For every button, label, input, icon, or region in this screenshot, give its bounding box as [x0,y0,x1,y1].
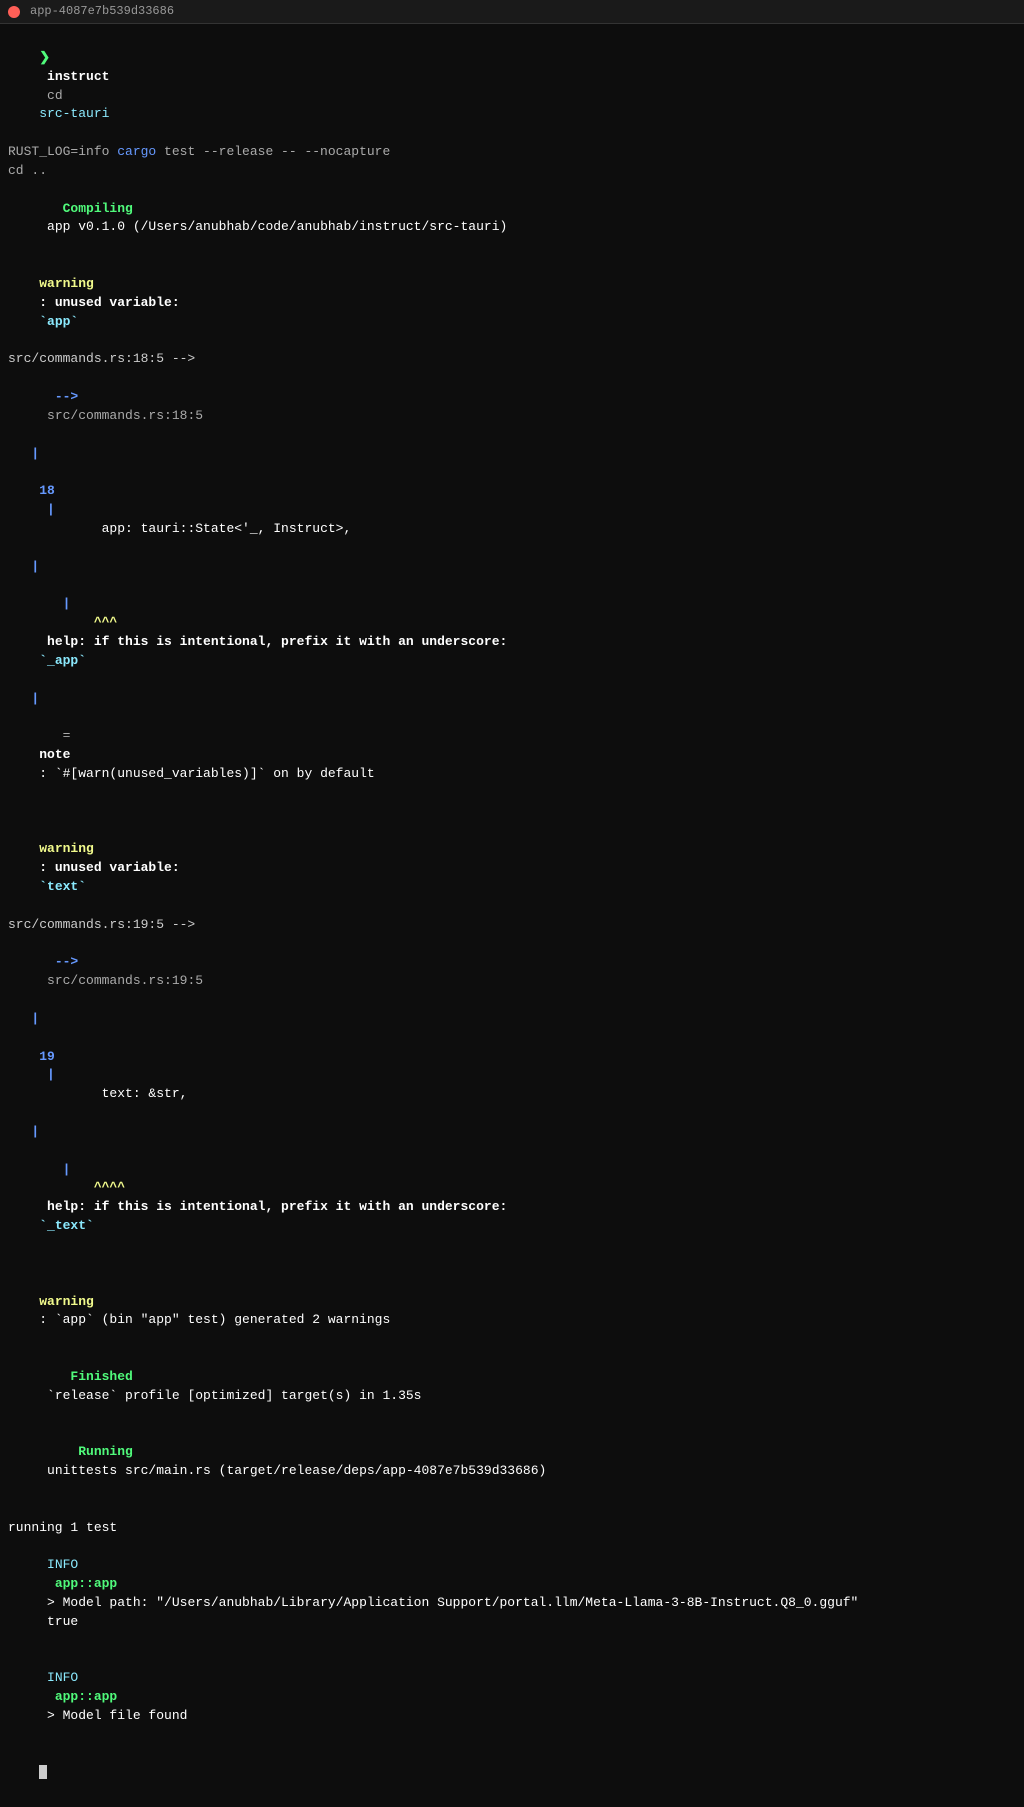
code-19: text: &str, [39,1086,187,1101]
pipe-2a: | [8,1010,1016,1029]
line-num-18: 18 [39,483,55,498]
warn1-arrow-line: --> src/commands.rs:18:5 [8,369,1016,444]
warn2-arrow-line: --> src/commands.rs:19:5 [8,935,1016,1010]
pipe-2b: | [8,1123,1016,1142]
running-text: unittests src/main.rs (target/release/de… [39,1463,546,1478]
note-text-1: : `#[warn(unused_variables)]` on by defa… [39,766,374,781]
info-label-2: INFO [39,1670,78,1685]
line-num-19: 19 [39,1049,55,1064]
warning-label-3: warning [39,1294,94,1309]
finished-label: Finished [39,1369,133,1384]
prompt-line: ❯ instruct cd src-tauri [8,30,1016,143]
compiling-label: Compiling [39,201,133,216]
info-arrow-1: > Model path: "/Users/anubhab/Library/Ap… [39,1595,858,1610]
info-module-2: app::app [39,1689,117,1704]
warn2-header-line: warning : unused variable: `text` [8,821,1016,915]
pipe-help-2: | [39,1162,70,1177]
help-text-1: help: if this is intentional, prefix it … [39,634,515,649]
compiling-line: Compiling app v0.1.0 (/Users/anubhab/cod… [8,181,1016,256]
warn1-header-line: warning : unused variable: `app` [8,256,1016,350]
running-label: Running [39,1444,133,1459]
info-true: true [39,1614,78,1629]
code-line-18: 18 | app: tauri::State<'_, Instruct>, [8,463,1016,557]
info-model-found-line: INFO app::app > Model file found [8,1651,1016,1745]
pipe-18: | [39,502,55,517]
pipe-1c: | [8,690,1016,709]
warning-text-2: : unused variable: [39,860,187,875]
prompt-dir: src-tauri [39,106,109,121]
warning-var-2: `text` [39,879,86,894]
compiling-detail: app v0.1.0 (/Users/anubhab/code/anubhab/… [39,219,507,234]
warning-label-1: warning [39,276,94,291]
info-module-1: app::app [39,1576,117,1591]
cursor-line [8,1745,1016,1802]
carets-1: ^^^ [39,615,117,630]
info-model-path-line: INFO app::app > Model path: "/Users/anub… [8,1538,1016,1651]
file-ref-1: src/commands.rs:18:5 [39,408,203,423]
warning-generated-text: : `app` (bin "app" test) generated 2 war… [39,1312,390,1327]
warning-var-1: `app` [39,314,78,329]
window-title: app-4087e7b539d33686 [30,3,174,20]
prompt-arrow: ❯ [39,50,50,65]
code-line-19: 19 | text: &str, [8,1029,1016,1123]
cd-line: cd .. [8,162,1016,181]
blank-2 [8,1255,1016,1274]
terminal-cursor [39,1765,47,1779]
note-eq: = [39,728,78,743]
carets-2: ^^^^ [39,1180,125,1195]
file-ref-2: src/commands.rs:19:5 [39,973,203,988]
help-val-2: `_text` [39,1218,94,1233]
prompt-args: cd [39,88,70,103]
help-line-2: | ^^^^ help: if this is intentional, pre… [8,1142,1016,1255]
help-val-1: `_app` [39,653,86,668]
help-text-2: help: if this is intentional, prefix it … [39,1199,515,1214]
title-bar: app-4087e7b539d33686 [0,0,1024,24]
terminal-body: ❯ instruct cd src-tauri RUST_LOG=info ca… [0,24,1024,1807]
finished-line: Finished `release` profile [optimized] t… [8,1349,1016,1424]
info-found-text: > Model file found [39,1708,187,1723]
help-line-1: | ^^^ help: if this is intentional, pref… [8,576,1016,689]
arrow-2: --> [39,954,78,969]
finished-text: `release` profile [optimized] target(s) … [39,1388,421,1403]
running-count-line: running 1 test [8,1519,1016,1538]
warning-text-1: : unused variable: [39,295,187,310]
blank-1 [8,803,1016,822]
prompt-command: instruct [39,69,109,84]
pipe-1a: | [8,445,1016,464]
running-tests-line: Running unittests src/main.rs (target/re… [8,1424,1016,1499]
arrow-1: --> [39,389,78,404]
blank-3 [8,1500,1016,1519]
warn-generated-line: warning : `app` (bin "app" test) generat… [8,1274,1016,1349]
info-label-1: INFO [39,1557,78,1572]
close-button[interactable] [8,6,20,18]
note-line-1: = note : `#[warn(unused_variables)]` on … [8,708,1016,802]
pipe-1b: | [8,558,1016,577]
pipe-19: | [39,1067,55,1082]
warning-label-2: warning [39,841,94,856]
rust-log-line: RUST_LOG=info cargo test --release -- --… [8,143,1016,162]
code-18: app: tauri::State<'_, Instruct>, [39,521,351,536]
note-label-1: note [39,747,70,762]
pipe-help-1: | [39,596,70,611]
